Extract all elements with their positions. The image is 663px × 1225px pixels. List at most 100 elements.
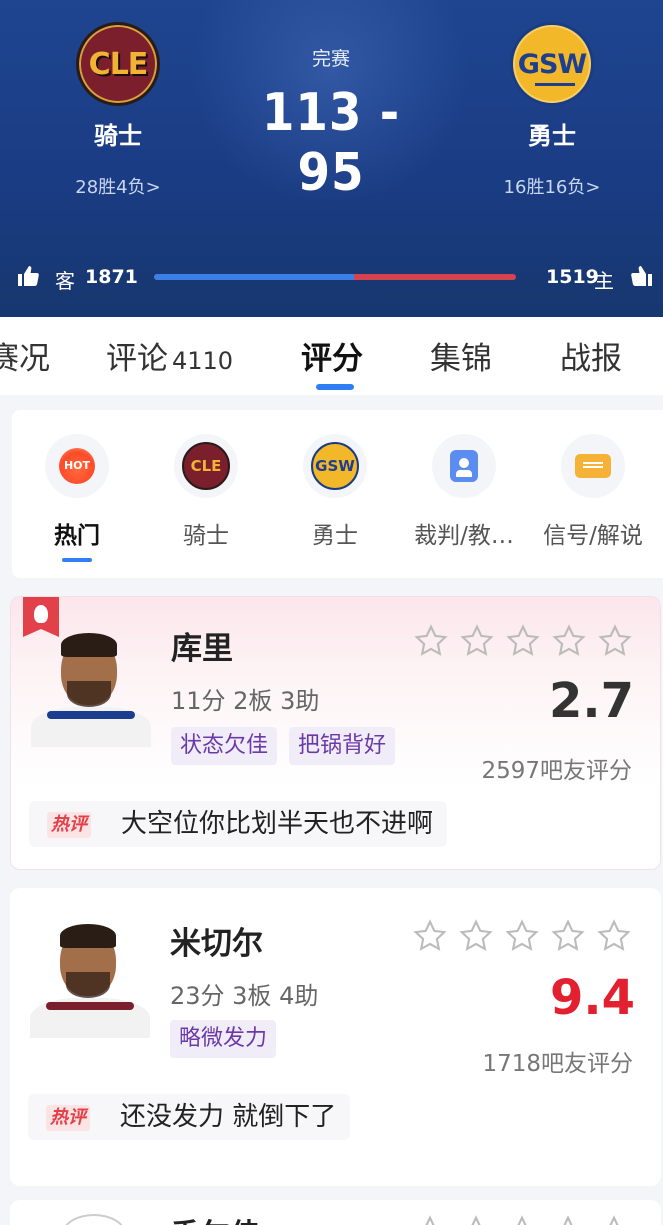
filter-broadcast[interactable]: 信号/解说 xyxy=(528,434,658,550)
tab-label: 战报 xyxy=(560,341,622,377)
star-rating-input[interactable] xyxy=(412,1214,642,1225)
gsw-mini-text: GSW xyxy=(315,457,355,475)
tab-highlights[interactable]: 集锦 xyxy=(430,333,492,378)
star-icon[interactable] xyxy=(412,1214,448,1225)
star-icon[interactable] xyxy=(551,623,587,659)
active-filter-indicator xyxy=(62,558,92,562)
hot-comment-badge: 热评 xyxy=(46,1105,90,1131)
hot-icon: HOT xyxy=(45,434,109,498)
hot-comment-text: 大空位你比划半天也不进啊 xyxy=(121,809,434,839)
home-like-count: 1519 xyxy=(546,266,599,288)
star-rating-input[interactable] xyxy=(412,918,642,954)
game-score: 113 - 95 xyxy=(261,83,401,203)
game-header: CLE 骑士 28胜4负> 完赛 113 - 95 GSW 勇士 16胜16负>… xyxy=(0,0,663,317)
player-name: 香尔佳 xyxy=(170,1210,260,1225)
filter-hot[interactable]: HOT 热门 xyxy=(12,434,142,562)
support-ratio-bar xyxy=(154,274,516,280)
tab-label: 评论 xyxy=(106,341,168,377)
comment-count: 4110 xyxy=(172,347,234,375)
scoreboard: 完赛 113 - 95 xyxy=(231,44,431,203)
star-rating-input[interactable] xyxy=(413,623,643,659)
player-tag[interactable]: 状态欠佳 xyxy=(171,727,278,765)
star-icon[interactable] xyxy=(596,1214,632,1225)
away-like-label: 客 xyxy=(55,269,75,293)
active-tab-indicator xyxy=(316,384,354,390)
player-name: 库里 xyxy=(171,631,233,667)
home-team-record[interactable]: 16胜16负> xyxy=(472,173,632,199)
player-stats: 23分 3板 4助 xyxy=(170,982,319,1010)
cle-mini-text: CLE xyxy=(190,457,222,475)
filter-label: 勇士 xyxy=(312,523,358,549)
rater-count: 1718吧友评分 xyxy=(482,1051,633,1077)
gsw-logo-icon: GSW xyxy=(510,22,594,106)
player-rating-score: 2.7 xyxy=(548,673,634,729)
home-team[interactable]: GSW 勇士 16胜16负> xyxy=(472,22,632,199)
cle-logo-icon: CLE xyxy=(76,22,160,106)
tab-ratings[interactable]: 评分 xyxy=(301,333,363,378)
star-icon[interactable] xyxy=(505,623,541,659)
star-icon[interactable] xyxy=(596,918,632,954)
star-icon[interactable] xyxy=(413,623,449,659)
player-tag[interactable]: 略微发力 xyxy=(170,1020,277,1058)
thumbs-up-icon[interactable] xyxy=(16,264,40,288)
away-team-abbr: CLE xyxy=(88,47,149,82)
tab-bar: 赛况 评论 4110 评分 集锦 战报 xyxy=(0,317,663,395)
filter-warriors[interactable]: GSW 勇士 xyxy=(270,434,400,550)
away-team[interactable]: CLE 骑士 28胜4负> xyxy=(38,22,198,199)
cle-logo-icon: CLE xyxy=(174,434,238,498)
tab-label: 赛况 xyxy=(0,341,50,377)
rating-filter-bar: HOT 热门 CLE 骑士 GSW 勇士 裁判/教… 信号/解说 xyxy=(12,410,663,578)
support-bar-row: 客 1871 1519 主 xyxy=(0,262,663,294)
hot-comment-badge: 热评 xyxy=(47,812,91,838)
tab-label: 集锦 xyxy=(430,341,492,377)
star-icon[interactable] xyxy=(459,623,495,659)
player-avatar xyxy=(62,1214,126,1225)
away-support-fill xyxy=(154,274,354,280)
star-icon[interactable] xyxy=(550,1214,586,1225)
star-icon[interactable] xyxy=(412,918,448,954)
player-tags: 略微发力 xyxy=(170,1020,288,1058)
gsw-logo-icon: GSW xyxy=(303,434,367,498)
star-icon[interactable] xyxy=(504,1214,540,1225)
tab-label: 评分 xyxy=(301,341,363,377)
player-rating-card[interactable]: 米切尔 23分 3板 4助 略微发力 9.4 1718吧友评分 热评 还没发力 … xyxy=(10,888,661,1186)
player-avatar xyxy=(26,910,154,1038)
player-stats: 11分 2板 3助 xyxy=(171,687,320,715)
game-status: 完赛 xyxy=(311,48,350,70)
away-team-record[interactable]: 28胜4负> xyxy=(38,173,198,199)
tab-game-status[interactable]: 赛况 xyxy=(0,333,50,378)
home-team-name: 勇士 xyxy=(528,122,576,150)
player-avatar xyxy=(27,619,155,747)
rater-count: 2597吧友评分 xyxy=(481,758,632,784)
hot-comment[interactable]: 热评 大空位你比划半天也不进啊 xyxy=(29,801,448,847)
tab-comments[interactable]: 评论 4110 xyxy=(106,333,233,378)
star-icon[interactable] xyxy=(597,623,633,659)
star-icon[interactable] xyxy=(458,1214,494,1225)
away-like-count: 1871 xyxy=(85,266,138,288)
filter-label: 信号/解说 xyxy=(543,523,643,549)
home-team-abbr: GSW xyxy=(517,49,587,80)
filter-label: 热门 xyxy=(54,523,100,549)
player-rating-score: 9.4 xyxy=(549,970,635,1026)
camera-icon xyxy=(561,434,625,498)
filter-referee-coach[interactable]: 裁判/教… xyxy=(399,434,529,550)
player-tags: 状态欠佳 把锅背好 xyxy=(171,727,407,765)
star-icon[interactable] xyxy=(550,918,586,954)
hot-icon-text: HOT xyxy=(63,459,91,472)
player-name: 米切尔 xyxy=(170,926,263,962)
tab-report[interactable]: 战报 xyxy=(560,333,622,378)
filter-cavaliers[interactable]: CLE 骑士 xyxy=(141,434,271,550)
thumbs-up-icon[interactable] xyxy=(630,264,654,288)
player-rating-card[interactable]: 香尔佳 xyxy=(10,1200,661,1225)
hot-comment-text: 还没发力 就倒下了 xyxy=(120,1102,337,1132)
star-icon[interactable] xyxy=(504,918,540,954)
hot-comment[interactable]: 热评 还没发力 就倒下了 xyxy=(28,1094,351,1140)
bridge-shape xyxy=(535,83,575,93)
filter-label: 裁判/教… xyxy=(414,523,514,549)
home-like-label: 主 xyxy=(594,269,614,293)
player-tag[interactable]: 把锅背好 xyxy=(289,727,396,765)
referee-icon xyxy=(432,434,496,498)
star-icon[interactable] xyxy=(458,918,494,954)
filter-label: 骑士 xyxy=(183,523,229,549)
player-rating-card[interactable]: 库里 11分 2板 3助 状态欠佳 把锅背好 2.7 2597吧友评分 热评 大空… xyxy=(10,596,661,870)
